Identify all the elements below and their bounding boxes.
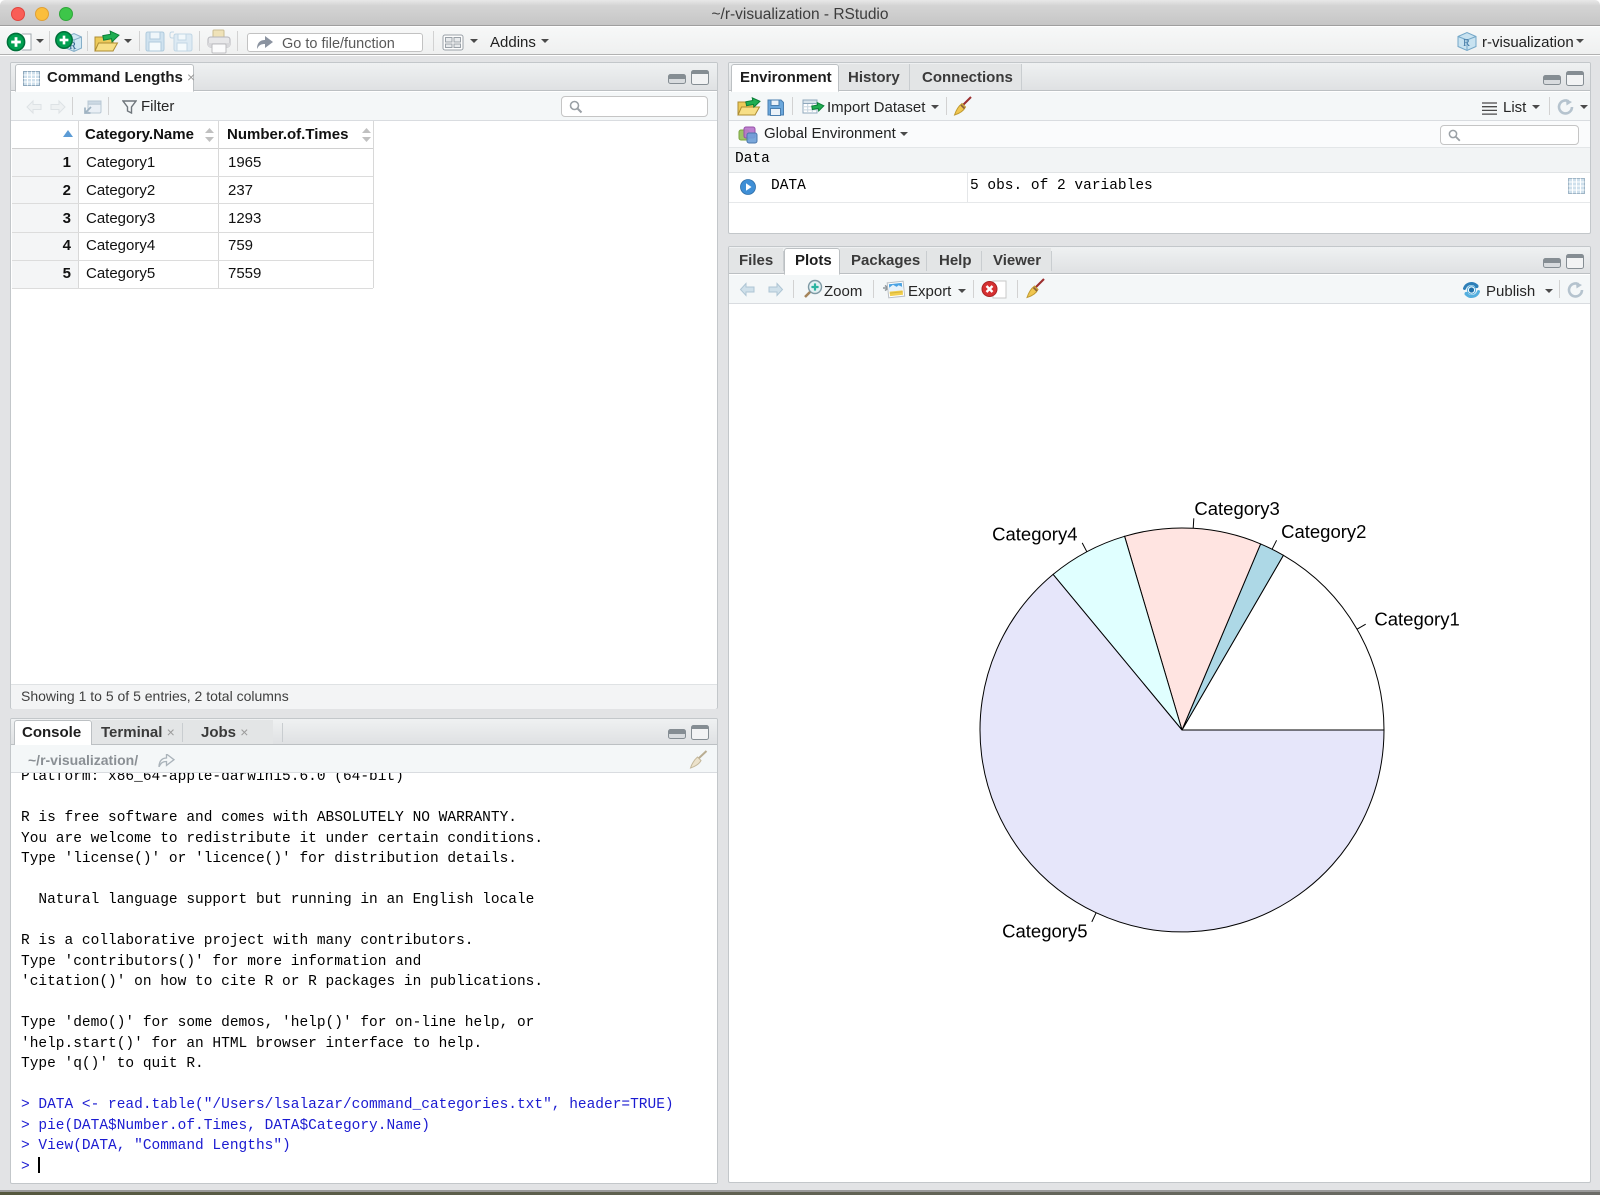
svg-text:Category4: Category4 — [992, 524, 1077, 545]
svg-text:Category5: Category5 — [1002, 920, 1087, 941]
svg-text:Category3: Category3 — [1194, 498, 1279, 519]
svg-text:Category2: Category2 — [1281, 521, 1366, 542]
svg-text:Category1: Category1 — [1374, 609, 1459, 630]
svg-text:R: R — [1463, 38, 1470, 49]
